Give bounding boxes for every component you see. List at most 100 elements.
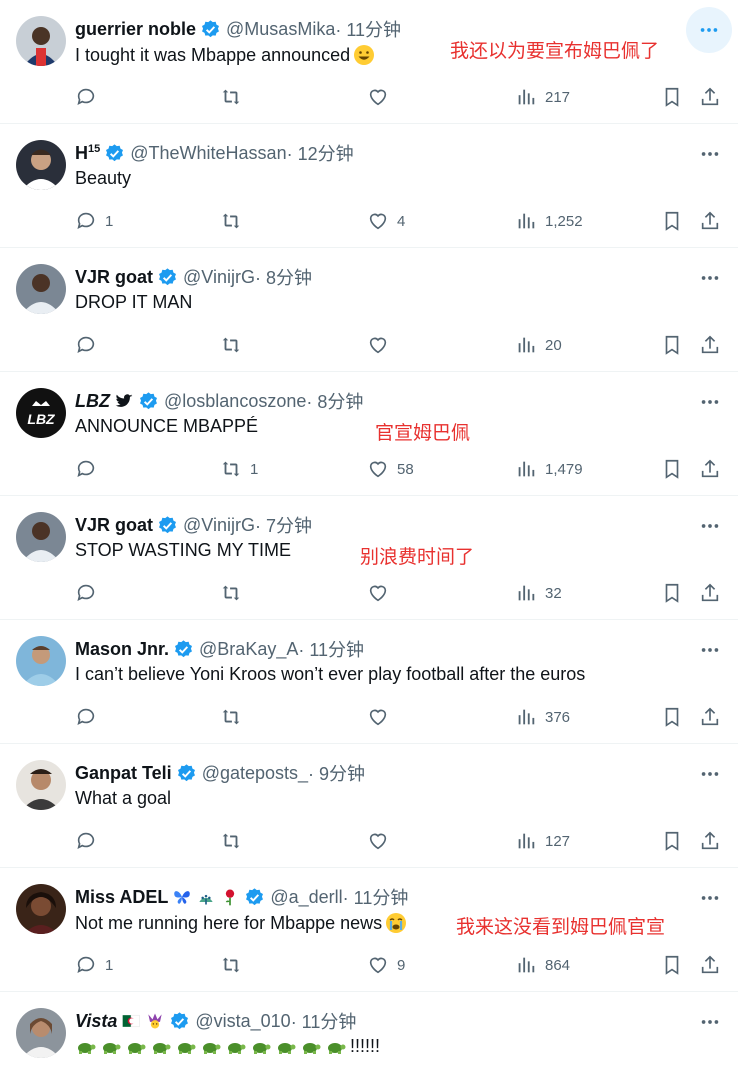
handle[interactable]: @losblancoszone xyxy=(164,391,306,412)
handle[interactable]: @vista_010 xyxy=(195,1011,290,1032)
tweet[interactable]: Mason Jnr. @BraKay_A · 11分钟 I can’t beli… xyxy=(0,620,738,744)
handle[interactable]: @TheWhiteHassan xyxy=(130,143,286,164)
timestamp[interactable]: · 7分钟 xyxy=(255,512,312,538)
tweet[interactable]: Vista @vista_010 · 11分钟 !!!!!! xyxy=(0,992,738,1078)
reply-button[interactable]: 1 xyxy=(75,206,113,236)
share-button[interactable] xyxy=(699,826,721,856)
share-button[interactable] xyxy=(699,702,721,732)
views-button[interactable]: 1,479 xyxy=(515,454,583,484)
timestamp[interactable]: · 11分钟 xyxy=(343,884,409,910)
tweet[interactable]: guerrier noble @MusasMika · 11分钟 I tough… xyxy=(0,0,738,124)
handle[interactable]: @MusasMika xyxy=(226,19,335,40)
timestamp[interactable]: · 11分钟 xyxy=(335,16,401,42)
reply-button[interactable] xyxy=(75,826,105,856)
like-button[interactable] xyxy=(367,578,397,608)
display-name[interactable]: H15 xyxy=(75,143,100,164)
like-button[interactable]: 9 xyxy=(367,950,405,980)
handle[interactable]: @VinijrG xyxy=(183,267,255,288)
avatar[interactable] xyxy=(16,16,66,66)
display-name[interactable]: VJR goat xyxy=(75,515,153,536)
display-name[interactable]: Mason Jnr. xyxy=(75,639,169,660)
share-button[interactable] xyxy=(699,950,721,980)
more-button[interactable] xyxy=(698,266,722,290)
timestamp[interactable]: · 11分钟 xyxy=(291,1008,357,1034)
tweet[interactable]: H15 @TheWhiteHassan · 12分钟 Beauty 1 4 1,… xyxy=(0,124,738,248)
reply-button[interactable] xyxy=(75,578,105,608)
share-button[interactable] xyxy=(699,206,721,236)
retweet-button[interactable] xyxy=(220,330,250,360)
reply-button[interactable] xyxy=(75,454,105,484)
avatar[interactable] xyxy=(16,512,66,562)
retweet-button[interactable] xyxy=(220,950,250,980)
bookmark-button[interactable] xyxy=(661,206,683,236)
display-name[interactable]: Ganpat Teli xyxy=(75,763,172,784)
avatar[interactable] xyxy=(16,636,66,686)
views-button[interactable]: 20 xyxy=(515,330,562,360)
like-button[interactable] xyxy=(367,82,397,112)
retweet-button[interactable] xyxy=(220,826,250,856)
bookmark-button[interactable] xyxy=(661,82,683,112)
share-button[interactable] xyxy=(699,578,721,608)
more-button[interactable] xyxy=(686,7,732,53)
timestamp[interactable]: · 12分钟 xyxy=(287,140,354,166)
avatar[interactable] xyxy=(16,264,66,314)
like-button[interactable] xyxy=(367,702,397,732)
avatar[interactable] xyxy=(16,760,66,810)
views-button[interactable]: 376 xyxy=(515,702,570,732)
bookmark-button[interactable] xyxy=(661,826,683,856)
display-name[interactable]: guerrier noble xyxy=(75,19,196,40)
views-button[interactable]: 127 xyxy=(515,826,570,856)
more-button[interactable] xyxy=(698,142,722,166)
timestamp[interactable]: · 11分钟 xyxy=(298,636,364,662)
retweet-button[interactable] xyxy=(220,206,250,236)
display-name[interactable]: LBZ xyxy=(75,391,110,412)
avatar[interactable] xyxy=(16,140,66,190)
more-button[interactable] xyxy=(698,390,722,414)
share-button[interactable] xyxy=(699,454,721,484)
more-button[interactable] xyxy=(698,514,722,538)
timestamp[interactable]: · 8分钟 xyxy=(255,264,312,290)
bookmark-button[interactable] xyxy=(661,702,683,732)
bookmark-button[interactable] xyxy=(661,330,683,360)
like-button[interactable] xyxy=(367,826,397,856)
like-button[interactable] xyxy=(367,330,397,360)
bookmark-button[interactable] xyxy=(661,950,683,980)
share-button[interactable] xyxy=(699,330,721,360)
retweet-button[interactable] xyxy=(220,82,250,112)
bookmark-button[interactable] xyxy=(661,578,683,608)
more-button[interactable] xyxy=(698,638,722,662)
display-name[interactable]: VJR goat xyxy=(75,267,153,288)
retweet-button[interactable] xyxy=(220,578,250,608)
display-name[interactable]: Vista xyxy=(75,1011,117,1032)
more-button[interactable] xyxy=(698,1010,722,1034)
timestamp[interactable]: · 9分钟 xyxy=(308,760,365,786)
reply-button[interactable] xyxy=(75,330,105,360)
avatar[interactable]: LBZ xyxy=(16,388,66,438)
views-button[interactable]: 864 xyxy=(515,950,570,980)
share-button[interactable] xyxy=(699,82,721,112)
avatar[interactable] xyxy=(16,884,66,934)
like-button[interactable]: 58 xyxy=(367,454,414,484)
views-button[interactable]: 1,252 xyxy=(515,206,583,236)
tweet[interactable]: Miss ADEL @a_derll · 11分钟 Not me running… xyxy=(0,868,738,992)
retweet-button[interactable] xyxy=(220,702,250,732)
views-button[interactable]: 217 xyxy=(515,82,570,112)
handle[interactable]: @VinijrG xyxy=(183,515,255,536)
reply-button[interactable] xyxy=(75,702,105,732)
handle[interactable]: @BraKay_A xyxy=(199,639,298,660)
like-button[interactable]: 4 xyxy=(367,206,405,236)
tweet[interactable]: LBZ LBZ @losblancoszone · 8分钟 ANNOUNCE M… xyxy=(0,372,738,496)
views-button[interactable]: 32 xyxy=(515,578,562,608)
tweet[interactable]: VJR goat @VinijrG · 7分钟 STOP WASTING MY … xyxy=(0,496,738,620)
reply-button[interactable]: 1 xyxy=(75,950,113,980)
handle[interactable]: @a_derll xyxy=(270,887,342,908)
display-name[interactable]: Miss ADEL xyxy=(75,887,168,908)
timestamp[interactable]: · 8分钟 xyxy=(306,388,363,414)
more-button[interactable] xyxy=(698,886,722,910)
reply-button[interactable] xyxy=(75,82,105,112)
tweet[interactable]: VJR goat @VinijrG · 8分钟 DROP IT MAN 20 xyxy=(0,248,738,372)
more-button[interactable] xyxy=(698,762,722,786)
avatar[interactable] xyxy=(16,1008,66,1058)
bookmark-button[interactable] xyxy=(661,454,683,484)
handle[interactable]: @gateposts_ xyxy=(202,763,308,784)
